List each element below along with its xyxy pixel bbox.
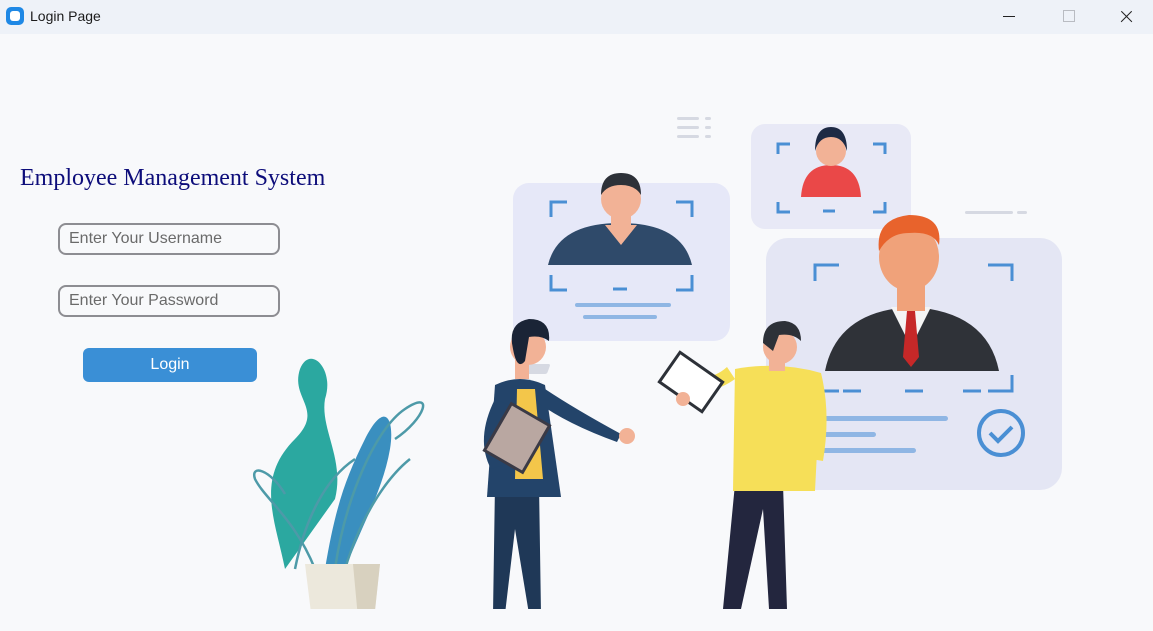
maximize-icon[interactable] bbox=[1039, 0, 1097, 34]
minimize-icon[interactable] bbox=[980, 0, 1038, 34]
title-bar: Login Page bbox=[0, 0, 1153, 34]
profile-card-woman bbox=[751, 124, 911, 229]
woman-figure bbox=[482, 319, 635, 609]
window-title: Login Page bbox=[30, 8, 101, 24]
app-icon bbox=[6, 7, 24, 25]
close-icon[interactable] bbox=[1097, 0, 1153, 34]
login-page: Employee Management System Login bbox=[0, 34, 1153, 631]
profile-card-man bbox=[513, 173, 730, 341]
plant bbox=[252, 358, 425, 609]
employees-illustration bbox=[252, 117, 1062, 609]
